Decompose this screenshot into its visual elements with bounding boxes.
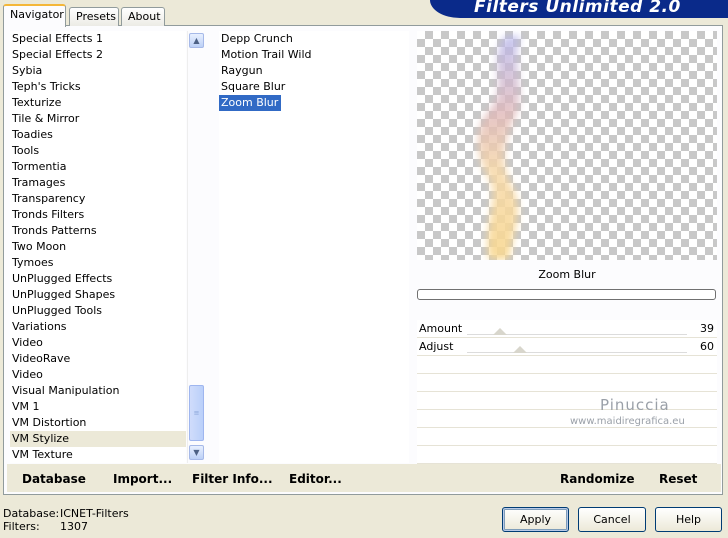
param-slider-track[interactable]	[467, 328, 687, 335]
category-item[interactable]: Toadies	[10, 127, 186, 143]
category-item[interactable]: Video	[10, 367, 186, 383]
category-item[interactable]: Tymoes	[10, 255, 186, 271]
category-item[interactable]: VM Stylize	[10, 431, 186, 447]
param-row-adjust[interactable]: Adjust 60	[417, 338, 717, 356]
database-button[interactable]: Database	[22, 472, 86, 486]
status-database-label: Database:	[3, 507, 60, 520]
cancel-button[interactable]: Cancel	[578, 507, 646, 532]
param-row-empty	[417, 446, 717, 464]
preview-filter-name: Zoom Blur	[538, 268, 596, 281]
category-item[interactable]: Teph's Tricks	[10, 79, 186, 95]
category-item[interactable]: Variations	[10, 319, 186, 335]
param-row-empty	[417, 392, 717, 410]
filter-item[interactable]: Motion Trail Wild	[219, 47, 312, 63]
watermark-url: www.maidiregrafica.eu	[570, 416, 685, 427]
filter-item[interactable]: Zoom Blur	[219, 95, 282, 111]
help-button[interactable]: Help	[655, 507, 722, 532]
category-item[interactable]: Video	[10, 335, 186, 351]
category-item[interactable]: Sybia	[10, 63, 186, 79]
category-item[interactable]: Special Effects 1	[10, 31, 186, 47]
status-database-value: ICNET-Filters	[60, 507, 129, 520]
preview-image	[477, 36, 521, 260]
filter-item[interactable]: Square Blur	[219, 79, 285, 95]
status-database: Database: ICNET-Filters	[3, 507, 129, 520]
category-item[interactable]: Tronds Patterns	[10, 223, 186, 239]
param-slider-thumb[interactable]	[512, 346, 527, 353]
category-item[interactable]: VM 1	[10, 399, 186, 415]
category-item[interactable]: VM Distortion	[10, 415, 186, 431]
category-item[interactable]: Tramages	[10, 175, 186, 191]
tab-about[interactable]: About	[121, 7, 165, 26]
scroll-up-arrow-icon[interactable]: ▲	[189, 33, 204, 48]
filter-list[interactable]: Depp Crunch Motion Trail Wild Raygun Square…	[219, 31, 409, 463]
apply-button[interactable]: Apply	[502, 507, 569, 532]
app-title-banner: Filters Unlimited 2.0	[430, 0, 728, 18]
param-value: 60	[700, 340, 714, 353]
watermark-name: Pinuccia	[600, 396, 670, 414]
progress-bar	[417, 289, 716, 300]
filter-item[interactable]: Depp Crunch	[219, 31, 293, 47]
category-item[interactable]: Special Effects 2	[10, 47, 186, 63]
filter-item[interactable]: Raygun	[219, 63, 263, 79]
param-slider-thumb[interactable]	[493, 328, 507, 335]
parameter-list: Amount 39 Adjust 60	[417, 320, 717, 464]
param-slider-track[interactable]	[467, 346, 687, 353]
tab-navigator[interactable]: Navigator	[3, 4, 66, 27]
category-item[interactable]: VideoRave	[10, 351, 186, 367]
category-scrollbar[interactable]: ▲ ≡ ▼	[187, 31, 204, 463]
category-list[interactable]: Special Effects 1 Special Effects 2 Sybia T…	[10, 31, 186, 463]
scroll-down-arrow-icon[interactable]: ▼	[189, 445, 204, 460]
param-row-empty	[417, 356, 717, 374]
randomize-button[interactable]: Randomize	[560, 472, 634, 486]
category-item[interactable]: Tile & Mirror	[10, 111, 186, 127]
import-button[interactable]: Import...	[113, 472, 172, 486]
category-item[interactable]: Tools	[10, 143, 186, 159]
category-item[interactable]: VM Texture	[10, 447, 186, 463]
filter-info-button[interactable]: Filter Info...	[192, 472, 273, 486]
reset-button[interactable]: Reset	[659, 472, 697, 486]
category-item[interactable]: UnPlugged Shapes	[10, 287, 186, 303]
status-filters: Filters: 1307	[3, 520, 88, 533]
category-item[interactable]: Two Moon	[10, 239, 186, 255]
scroll-thumb[interactable]: ≡	[189, 385, 204, 441]
filter-preview	[417, 31, 717, 260]
tab-presets[interactable]: Presets	[69, 7, 119, 26]
category-item[interactable]: UnPlugged Effects	[10, 271, 186, 287]
param-label: Amount	[419, 322, 463, 335]
param-value: 39	[700, 322, 714, 335]
category-item[interactable]: Tormentia	[10, 159, 186, 175]
action-bar: Database Import... Filter Info... Editor…	[7, 464, 721, 492]
param-label: Adjust	[419, 340, 454, 353]
param-row-empty	[417, 428, 717, 446]
status-filters-value: 1307	[60, 520, 88, 533]
editor-button[interactable]: Editor...	[289, 472, 342, 486]
param-row-empty	[417, 374, 717, 392]
param-row-amount[interactable]: Amount 39	[417, 320, 717, 338]
category-item[interactable]: Transparency	[10, 191, 186, 207]
status-filters-label: Filters:	[3, 520, 40, 533]
category-item[interactable]: UnPlugged Tools	[10, 303, 186, 319]
category-item[interactable]: Texturize	[10, 95, 186, 111]
category-item[interactable]: Visual Manipulation	[10, 383, 186, 399]
category-item[interactable]: Tronds Filters	[10, 207, 186, 223]
